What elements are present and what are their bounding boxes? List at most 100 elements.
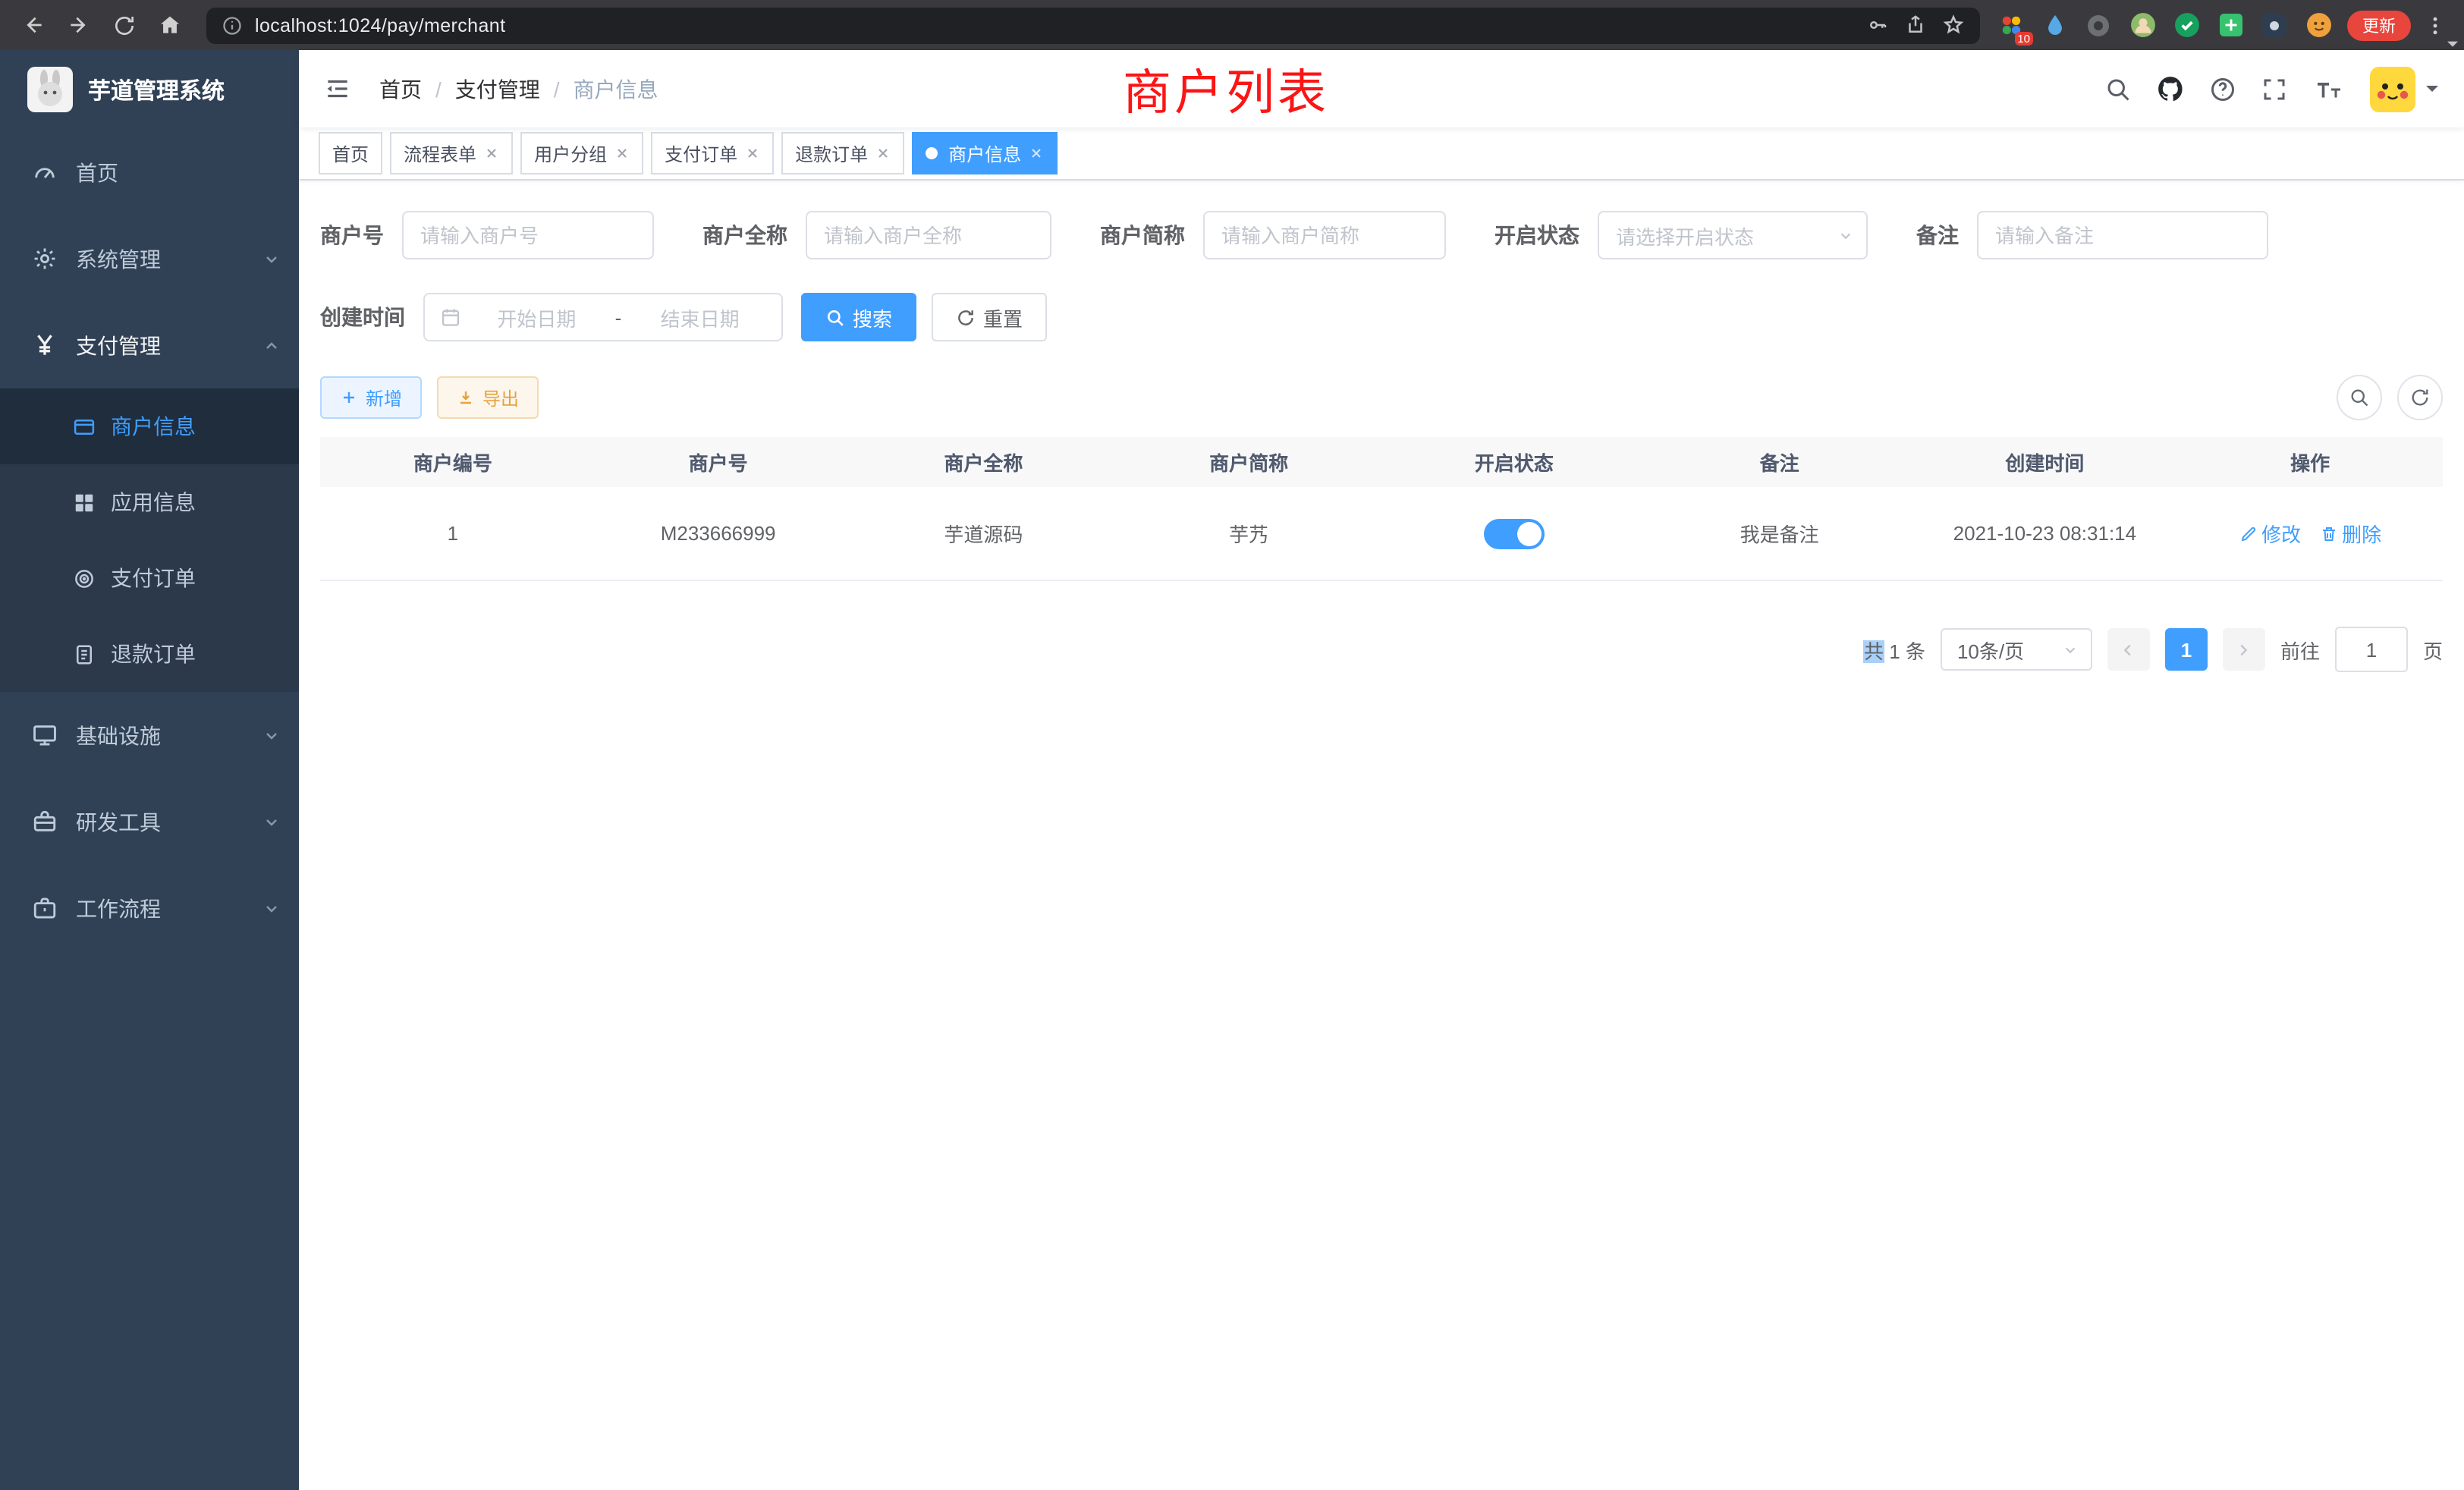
close-icon[interactable] bbox=[614, 146, 630, 161]
col-header: 备注 bbox=[1647, 448, 1912, 476]
short-name-input[interactable] bbox=[1203, 211, 1446, 259]
merchant-no-input[interactable] bbox=[402, 211, 654, 259]
bookmark-star-icon[interactable] bbox=[1942, 14, 1965, 36]
short-name-label: 商户简称 bbox=[1100, 220, 1203, 250]
goto-page-input[interactable] bbox=[2335, 627, 2408, 672]
tab-refund-order[interactable]: 退款订单 bbox=[781, 132, 904, 174]
close-icon[interactable] bbox=[484, 146, 499, 161]
search-button[interactable]: 搜索 bbox=[801, 293, 916, 341]
browser-reload-button[interactable] bbox=[103, 4, 146, 46]
col-header: 操作 bbox=[2177, 448, 2443, 476]
add-button[interactable]: 新增 bbox=[320, 376, 422, 419]
breadcrumb-home[interactable]: 首页 bbox=[379, 74, 422, 104]
tab-pay-order[interactable]: 支付订单 bbox=[651, 132, 774, 174]
browser-forward-button[interactable] bbox=[58, 4, 100, 46]
edit-pencil-icon bbox=[2239, 524, 2257, 542]
cell-create-time: 2021-10-23 08:31:14 bbox=[1912, 522, 2178, 545]
update-button[interactable]: 更新 bbox=[2347, 10, 2411, 40]
goto-label: 前往 bbox=[2280, 635, 2320, 664]
browser-extensions: 10 更新 bbox=[1995, 10, 2452, 40]
breadcrumb-section[interactable]: 支付管理 bbox=[455, 74, 540, 104]
goto-suffix: 页 bbox=[2423, 635, 2443, 664]
tab-process-form[interactable]: 流程表单 bbox=[390, 132, 513, 174]
breadcrumb-separator: / bbox=[554, 77, 560, 101]
screen: localhost:1024/pay/merchant 10 bbox=[0, 0, 2464, 1490]
browser-menu-icon[interactable] bbox=[2425, 14, 2446, 36]
sidebar-item-pay-order[interactable]: 支付订单 bbox=[0, 540, 299, 616]
sidebar-item-infra[interactable]: 基础设施 bbox=[0, 692, 299, 778]
cell-actions: 修改 删除 bbox=[2177, 519, 2443, 548]
col-header: 商户全称 bbox=[851, 448, 1117, 476]
page-size-select[interactable]: 10条/页 bbox=[1941, 628, 2092, 671]
extension-avatar-icon[interactable] bbox=[2127, 10, 2158, 40]
sidebar-item-workflow[interactable]: 工作流程 bbox=[0, 865, 299, 951]
browser-home-button[interactable] bbox=[149, 4, 191, 46]
sidebar-item-system[interactable]: 系统管理 bbox=[0, 215, 299, 302]
extension-badge: 10 bbox=[2014, 31, 2033, 45]
refresh-table-button[interactable] bbox=[2397, 375, 2443, 420]
status-select[interactable]: 请选择开启状态 bbox=[1598, 211, 1868, 259]
font-size-icon[interactable] bbox=[2312, 75, 2346, 102]
profile-avatar-icon[interactable] bbox=[2303, 10, 2334, 40]
remark-label: 备注 bbox=[1916, 220, 1977, 250]
chevron-down-icon bbox=[262, 899, 281, 917]
sidebar-item-payment[interactable]: 支付管理 bbox=[0, 302, 299, 388]
share-icon[interactable] bbox=[1904, 14, 1927, 36]
browser-back-button[interactable] bbox=[12, 4, 55, 46]
full-name-label: 商户全称 bbox=[702, 220, 806, 250]
extension-green-circle-icon[interactable] bbox=[2171, 10, 2202, 40]
sidebar-item-home[interactable]: 首页 bbox=[0, 129, 299, 215]
prev-page-button[interactable] bbox=[2107, 628, 2150, 671]
page-1-button[interactable]: 1 bbox=[2165, 628, 2208, 671]
reset-button[interactable]: 重置 bbox=[932, 293, 1047, 341]
close-icon[interactable] bbox=[875, 146, 891, 161]
delete-link[interactable]: 删除 bbox=[2319, 519, 2381, 548]
filter-row-2: 创建时间 开始日期 - 结束日期 bbox=[320, 293, 2443, 341]
close-icon[interactable] bbox=[745, 146, 760, 161]
chrome-caret-icon[interactable] bbox=[2446, 39, 2459, 50]
export-button[interactable]: 导出 bbox=[437, 376, 539, 419]
next-page-button[interactable] bbox=[2223, 628, 2265, 671]
download-icon bbox=[457, 388, 475, 407]
tab-home[interactable]: 首页 bbox=[319, 132, 382, 174]
docs-question-icon[interactable] bbox=[2209, 75, 2236, 102]
close-icon[interactable] bbox=[1029, 146, 1044, 161]
edit-link[interactable]: 修改 bbox=[2239, 519, 2301, 548]
extension-dark-icon[interactable] bbox=[2259, 10, 2290, 40]
app-title: 芋道管理系统 bbox=[88, 74, 225, 105]
sidebar-item-dev-tools[interactable]: 研发工具 bbox=[0, 778, 299, 865]
extension-drop-icon[interactable] bbox=[2039, 10, 2070, 40]
tab-user-group[interactable]: 用户分组 bbox=[520, 132, 643, 174]
col-header: 开启状态 bbox=[1381, 448, 1647, 476]
status-toggle[interactable] bbox=[1484, 518, 1545, 549]
user-avatar[interactable] bbox=[2370, 66, 2440, 112]
full-name-input[interactable] bbox=[806, 211, 1051, 259]
app-logo[interactable]: 芋道管理系统 bbox=[0, 50, 299, 129]
remark-input[interactable] bbox=[1977, 211, 2268, 259]
page-content: 商户号 商户全称 商户简称 开启状态 请选择开启状态 bbox=[299, 181, 2464, 1490]
logo-avatar bbox=[27, 67, 73, 112]
col-header: 商户简称 bbox=[1116, 448, 1381, 476]
merchant-table: 商户编号 商户号 商户全称 商户简称 开启状态 备注 创建时间 操作 1 M23… bbox=[320, 437, 2443, 581]
merchant-no-label: 商户号 bbox=[320, 220, 402, 250]
annotation-merchant-list: 商户列表 bbox=[1123, 55, 1329, 124]
sidebar-item-refund-order[interactable]: 退款订单 bbox=[0, 616, 299, 692]
fullscreen-icon[interactable] bbox=[2261, 75, 2288, 102]
table-header-row: 商户编号 商户号 商户全称 商户简称 开启状态 备注 创建时间 操作 bbox=[320, 437, 2443, 487]
github-icon[interactable] bbox=[2156, 74, 2185, 103]
address-bar[interactable]: localhost:1024/pay/merchant bbox=[206, 7, 1980, 43]
extension-gray-icon[interactable] bbox=[2083, 10, 2114, 40]
tab-merchant-info[interactable]: 商户信息 bbox=[912, 132, 1058, 174]
breadcrumb-separator: / bbox=[435, 77, 442, 101]
extension-green-square-icon[interactable] bbox=[2215, 10, 2246, 40]
extension-colorful-icon[interactable]: 10 bbox=[1995, 10, 2026, 40]
date-range-picker[interactable]: 开始日期 - 结束日期 bbox=[423, 293, 783, 341]
hamburger-icon[interactable] bbox=[323, 74, 352, 103]
sidebar-item-merchant-info[interactable]: 商户信息 bbox=[0, 388, 299, 464]
sidebar-item-app-info[interactable]: 应用信息 bbox=[0, 464, 299, 540]
site-info-icon[interactable] bbox=[222, 14, 243, 36]
search-icon[interactable] bbox=[2104, 75, 2132, 102]
url-text: localhost:1024/pay/merchant bbox=[255, 14, 1854, 36]
toggle-search-button[interactable] bbox=[2337, 375, 2382, 420]
password-key-icon[interactable] bbox=[1866, 14, 1889, 36]
